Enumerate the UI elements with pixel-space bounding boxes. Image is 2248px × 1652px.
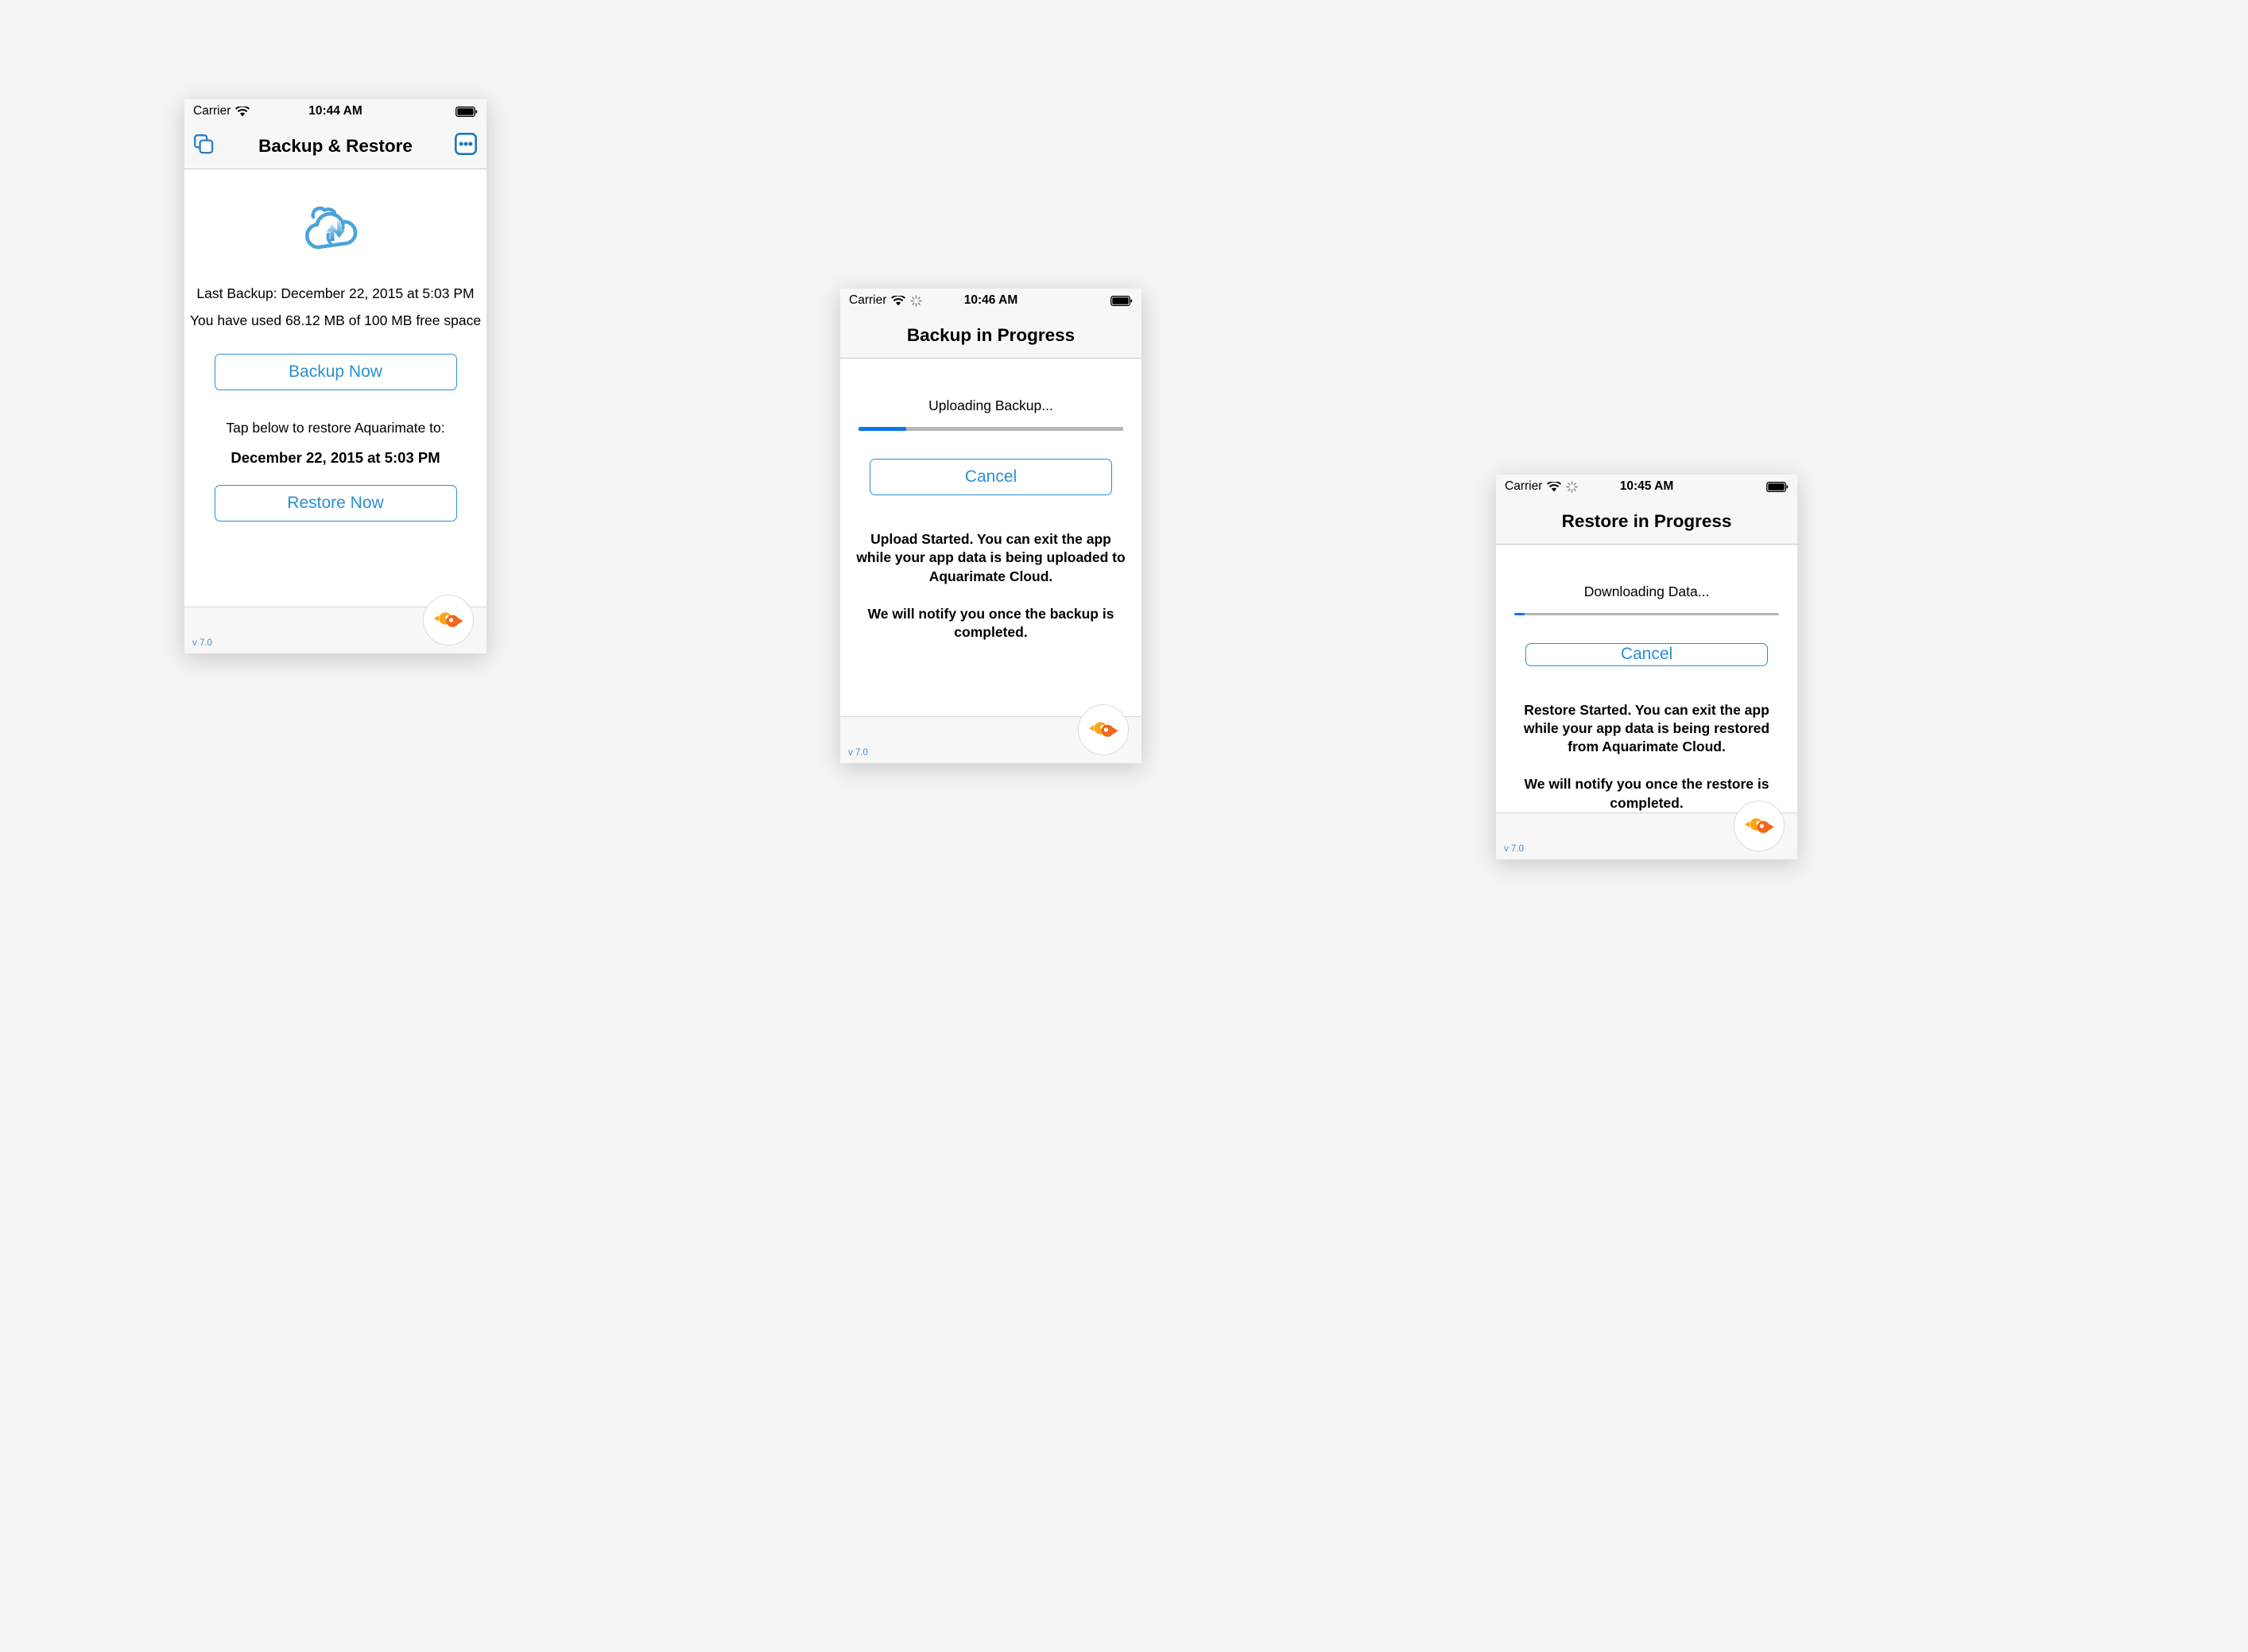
footer-bar: v 7.0 [184,595,486,653]
aquarimate-fish-logo-button[interactable] [1078,704,1129,755]
more-options-button[interactable] [454,132,478,160]
status-bar-right [1766,481,1789,492]
restore-target-date: December 22, 2015 at 5:03 PM [231,449,440,466]
aquarimate-fish-logo-icon [431,607,466,634]
footer-bar: v 7.0 [1496,801,1797,859]
nav-bar: Backup in Progress [840,312,1141,359]
status-bar: Carrier [840,289,1141,312]
status-carrier-label: Carrier [849,293,887,307]
aquarimate-fish-logo-icon [1086,717,1121,743]
upload-progress-bar[interactable] [859,427,1123,431]
phone-screen-backup-restore: Carrier 10:44 AM Backup & Restore Last B… [184,99,486,653]
cancel-button[interactable]: Cancel [1525,643,1768,666]
phone-screen-restore-progress: Carrier 10:45 AM Restore in Progress Dow… [1496,475,1797,859]
status-carrier-label: Carrier [1505,479,1543,493]
main-content: Uploading Backup... Cancel Upload Starte… [840,359,1141,716]
aquarimate-fish-logo-button[interactable] [423,595,474,646]
last-backup-label: Last Backup: December 22, 2015 at 5:03 P… [196,285,475,301]
wifi-icon [235,106,250,117]
status-bar-right [455,106,478,117]
phone-screen-backup-progress: Carrier 10:46 AM Backup in Progress Uplo… [840,289,1141,763]
nav-bar: Restore in Progress [1496,498,1797,545]
status-note-block: Upload Started. You can exit the app whi… [856,530,1126,642]
status-note-primary: Restore Started. You can exit the app wh… [1523,701,1770,755]
upload-progress-fill [859,427,906,431]
main-content: Last Backup: December 22, 2015 at 5:03 P… [184,169,486,607]
main-content: Downloading Data... Cancel Restore Start… [1496,545,1797,812]
version-label: v 7.0 [848,748,868,758]
status-bar-left: Carrier [849,293,923,308]
progress-status-label: Uploading Backup... [928,397,1053,413]
status-note-secondary: We will notify you once the backup is co… [867,605,1114,641]
wifi-icon [891,295,906,306]
status-bar-right [1110,295,1133,306]
aquarimate-fish-logo-icon [1742,813,1777,840]
status-bar-left: Carrier [1505,479,1579,494]
page-title: Backup in Progress [906,324,1076,345]
aquarimate-fish-logo-button[interactable] [1734,801,1785,851]
page-title: Backup & Restore [258,135,413,156]
status-carrier-label: Carrier [193,104,231,118]
cloud-sync-icon [296,195,375,261]
restore-prompt-label: Tap below to restore Aquarimate to: [226,420,445,436]
download-progress-bar[interactable] [1514,613,1779,616]
status-bar: Carrier 10:44 AM [184,99,486,123]
battery-full-icon [455,106,478,117]
version-label: v 7.0 [192,638,212,648]
wifi-icon [1547,481,1562,492]
status-note-block: Restore Started. You can exit the app wh… [1512,701,1782,812]
nav-bar: Backup & Restore [184,123,486,169]
status-bar: Carrier [1496,475,1797,498]
restore-now-button[interactable]: Restore Now [214,485,457,522]
footer-bar: v 7.0 [840,704,1141,763]
progress-status-label: Downloading Data... [1583,584,1710,599]
status-note-primary: Upload Started. You can exit the app whi… [856,531,1126,584]
network-activity-spinner-icon [1566,480,1579,493]
battery-full-icon [1110,295,1133,306]
cancel-button[interactable]: Cancel [870,459,1112,495]
page-title: Restore in Progress [1561,510,1732,531]
battery-full-icon [1766,481,1789,492]
backup-now-button[interactable]: Backup Now [214,354,457,390]
status-bar-left: Carrier [193,104,250,118]
version-label: v 7.0 [1504,844,1524,854]
storage-usage-label: You have used 68.12 MB of 100 MB free sp… [189,312,482,328]
copy-icon-button[interactable] [193,134,215,159]
copy-icon [193,134,215,159]
download-progress-fill [1514,613,1525,616]
more-dots-icon [454,132,478,160]
network-activity-spinner-icon [910,294,923,307]
